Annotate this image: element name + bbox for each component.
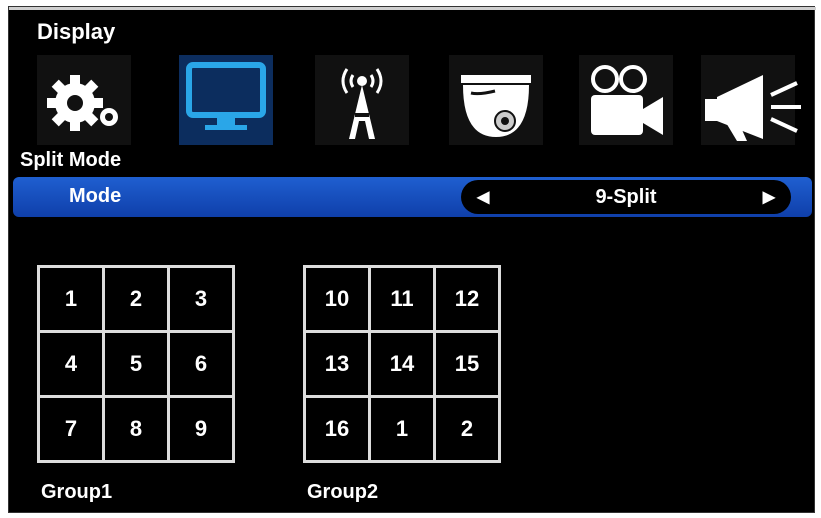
grid-cell[interactable]: 3: [170, 268, 232, 330]
mode-label: Mode: [69, 185, 122, 207]
grid-cell[interactable]: 2: [436, 398, 498, 460]
grid-cell[interactable]: 15: [436, 333, 498, 395]
monitor-icon[interactable]: [179, 55, 273, 145]
right-arrow-icon[interactable]: ▶: [763, 187, 775, 207]
grid-cell[interactable]: 4: [40, 333, 102, 395]
grid-cell[interactable]: 9: [170, 398, 232, 460]
megaphone-icon[interactable]: [701, 55, 801, 145]
grid-cell[interactable]: 5: [105, 333, 167, 395]
group2-label: Group2: [307, 481, 379, 503]
video-camera-icon[interactable]: [579, 55, 673, 145]
grid-cell[interactable]: 11: [371, 268, 433, 330]
mode-selector[interactable]: ◀ 9-Split ▶: [461, 180, 791, 214]
group1-grid[interactable]: 1 2 3 4 5 6 7 8 9: [37, 265, 235, 463]
grid-cell[interactable]: 1: [40, 268, 102, 330]
grid-cell[interactable]: 13: [306, 333, 368, 395]
section-title: Split Mode: [20, 149, 122, 171]
dome-camera-icon[interactable]: [449, 55, 543, 145]
group1-label: Group1: [41, 481, 113, 503]
grid-cell[interactable]: 2: [105, 268, 167, 330]
grid-cell[interactable]: 14: [371, 333, 433, 395]
gear-icon[interactable]: [37, 55, 131, 145]
group2-grid[interactable]: 10 11 12 13 14 15 16 1 2: [303, 265, 501, 463]
page-title: Display: [37, 19, 116, 44]
grid-cell[interactable]: 7: [40, 398, 102, 460]
dvr-screen: Display Split Mode Mode ◀ 9-Split ▶ 1 2 …: [8, 6, 816, 513]
antenna-icon[interactable]: [315, 55, 409, 145]
grid-cell[interactable]: 12: [436, 268, 498, 330]
grid-cell[interactable]: 10: [306, 268, 368, 330]
grid-cell[interactable]: 6: [170, 333, 232, 395]
grid-cell[interactable]: 8: [105, 398, 167, 460]
mode-value: 9-Split: [595, 186, 657, 208]
mode-row[interactable]: Mode ◀ 9-Split ▶: [13, 177, 812, 217]
top-border: [9, 7, 816, 10]
grid-cell[interactable]: 1: [371, 398, 433, 460]
grid-cell[interactable]: 16: [306, 398, 368, 460]
